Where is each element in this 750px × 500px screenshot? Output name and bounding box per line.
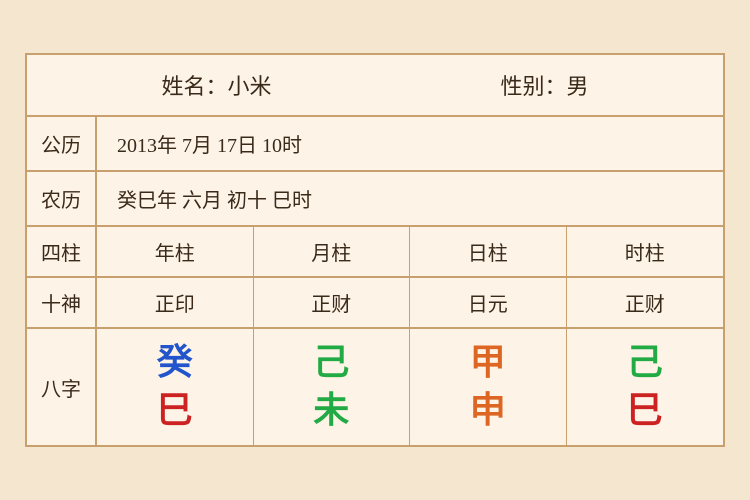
nongli-value: 癸巳年 六月 初十 巳时 — [97, 172, 723, 225]
bazi-top-0: 癸 — [157, 343, 193, 383]
sizhu-cells: 年柱 月柱 日柱 时柱 — [97, 227, 723, 276]
sizhu-row: 四柱 年柱 月柱 日柱 时柱 — [27, 227, 723, 278]
bazi-bottom-1: 未 — [313, 391, 349, 431]
bazi-bottom-2: 申 — [470, 391, 506, 431]
gender-label: 性别：男 — [500, 69, 588, 101]
bazi-cell-2: 甲 申 — [410, 329, 567, 444]
name-label: 姓名：小米 — [161, 69, 271, 101]
gongli-row: 公历 2013年 7月 17日 10时 — [27, 117, 723, 172]
bazi-top-3: 己 — [627, 343, 663, 383]
sizhu-cell-2: 日柱 — [410, 227, 567, 276]
shishen-cell-3: 正财 — [567, 278, 724, 327]
sizhu-cell-1: 月柱 — [254, 227, 411, 276]
nongli-row: 农历 癸巳年 六月 初十 巳时 — [27, 172, 723, 227]
shishen-label: 十神 — [27, 278, 97, 327]
gongli-label: 公历 — [27, 117, 97, 170]
shishen-cell-1: 正财 — [254, 278, 411, 327]
bazi-cell-1: 己 未 — [254, 329, 411, 444]
bazi-top-1: 己 — [313, 343, 349, 383]
shishen-cells: 正印 正财 日元 正财 — [97, 278, 723, 327]
nongli-label: 农历 — [27, 172, 97, 225]
bazi-top-2: 甲 — [470, 343, 506, 383]
bazi-row: 八字 癸 巳 己 未 甲 申 己 巳 — [27, 329, 723, 444]
shishen-row: 十神 正印 正财 日元 正财 — [27, 278, 723, 329]
bazi-bottom-3: 巳 — [627, 391, 663, 431]
bazi-cell-3: 己 巳 — [567, 329, 724, 444]
sizhu-cell-3: 时柱 — [567, 227, 724, 276]
bazi-grid: 癸 巳 己 未 甲 申 己 巳 — [97, 329, 723, 444]
main-container: 姓名：小米 性别：男 公历 2013年 7月 17日 10时 农历 癸巳年 六月… — [25, 53, 725, 446]
bazi-label: 八字 — [27, 329, 97, 444]
sizhu-label: 四柱 — [27, 227, 97, 276]
gongli-value: 2013年 7月 17日 10时 — [97, 117, 723, 170]
bazi-bottom-0: 巳 — [157, 391, 193, 431]
bazi-cell-0: 癸 巳 — [97, 329, 254, 444]
header-row: 姓名：小米 性别：男 — [27, 55, 723, 117]
shishen-cell-0: 正印 — [97, 278, 254, 327]
shishen-cell-2: 日元 — [410, 278, 567, 327]
sizhu-cell-0: 年柱 — [97, 227, 254, 276]
